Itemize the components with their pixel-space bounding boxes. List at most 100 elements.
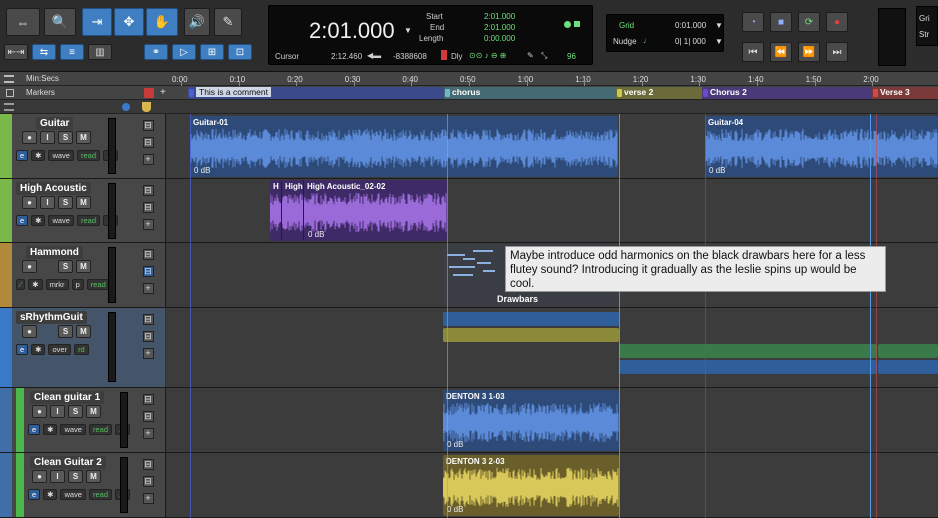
record-button[interactable]: ● (826, 12, 848, 32)
pencil-tool-icon[interactable]: ✎ (214, 8, 242, 36)
marker-3[interactable]: Chorus 2 (702, 87, 876, 99)
comp-segment[interactable] (619, 360, 877, 374)
marker-0[interactable]: This is a comment (188, 87, 447, 99)
playlist-icon[interactable]: e (16, 344, 29, 355)
view-selector[interactable]: wave (60, 489, 86, 500)
send-icon[interactable]: ⊟ (142, 476, 154, 487)
marker-1[interactable]: chorus (444, 87, 619, 99)
record-enable-button[interactable]: ● (22, 196, 37, 209)
grid-value[interactable]: 0:01.000 (675, 21, 706, 30)
clip-h[interactable]: H (270, 180, 282, 241)
input-monitor-button[interactable]: I (40, 196, 55, 209)
automation-mode[interactable]: read (88, 489, 112, 500)
playlist-icon[interactable]: e (28, 489, 41, 500)
mute-button[interactable]: M (76, 325, 91, 338)
spot-mode-button[interactable]: ≡ (60, 44, 84, 60)
comp-segment[interactable] (619, 344, 877, 358)
input-monitor-button[interactable]: I (50, 405, 65, 418)
shuffle-mode-button[interactable]: ⇤⇥ (4, 44, 28, 60)
add-lane-icon[interactable]: + (142, 348, 154, 359)
mute-button[interactable]: M (86, 470, 101, 483)
clip-high[interactable]: High (282, 180, 304, 241)
selector-tool-icon[interactable]: ✥ (114, 8, 144, 36)
track-color-icon[interactable] (122, 103, 130, 111)
view-selector[interactable]: wave (48, 215, 74, 226)
clip-denton-3-1-03[interactable]: DENTON 3 1-03 0 dB (443, 390, 619, 451)
send-icon[interactable]: ⊟ (142, 331, 154, 342)
zoom-mode-button[interactable]: ⇔ (6, 8, 40, 36)
marker-2[interactable]: verse 2 (616, 87, 705, 99)
nudge-value[interactable]: 0| 1| 000 (675, 37, 706, 46)
add-lane-icon[interactable]: + (142, 219, 154, 230)
settings-icon[interactable]: ✱ (43, 424, 58, 435)
marker-4[interactable]: Verse 3 (872, 87, 938, 99)
grabber-tool-icon[interactable]: ✋ (146, 8, 178, 36)
markers-ruler[interactable]: Markers + This is a comment chorus verse 2… (0, 86, 938, 100)
automation-mode[interactable]: read (88, 424, 112, 435)
end-value[interactable]: 2:01.000 (484, 23, 515, 32)
fast-forward-button[interactable]: ⏩ (798, 42, 820, 62)
keyboard-focus-button[interactable]: ⊡ (228, 44, 252, 60)
start-value[interactable]: 2:01.000 (484, 12, 515, 21)
playlist-icon[interactable]: e (16, 215, 29, 226)
clip-guitar-04[interactable]: Guitar-04 0 dB (705, 116, 938, 177)
chevron-down-icon[interactable]: ▼ (404, 26, 412, 35)
zoom-tool-icon[interactable]: 🔍 (44, 8, 76, 36)
settings-icon[interactable]: ✱ (31, 215, 46, 226)
length-value[interactable]: 0:00.000 (484, 34, 515, 43)
record-enable-button[interactable]: ● (22, 131, 37, 144)
playlist-icon[interactable]: e (16, 150, 29, 161)
marker-add-icon[interactable] (144, 88, 154, 98)
chevron-down-icon[interactable]: ▼ (715, 21, 723, 30)
patch-selector[interactable]: p (71, 279, 84, 290)
cursor-icon[interactable]: ⤡ (541, 51, 547, 61)
send-icon[interactable]: ⊟ (142, 411, 154, 422)
solo-button[interactable]: S (58, 260, 73, 273)
mute-button[interactable]: M (76, 260, 91, 273)
comp-segment[interactable] (878, 360, 938, 374)
rewind-button[interactable]: ⏪ (770, 42, 792, 62)
plus-icon[interactable]: + (160, 87, 166, 98)
view-selector[interactable]: mrkr (45, 279, 69, 290)
settings-icon[interactable]: ✱ (31, 150, 46, 161)
add-lane-icon[interactable]: + (142, 428, 154, 439)
solo-button[interactable]: S (68, 470, 83, 483)
ruler-menu-icon[interactable] (4, 75, 14, 83)
pencil-icon[interactable]: ✎ (527, 51, 534, 60)
solo-button[interactable]: S (58, 196, 73, 209)
record-enable-button[interactable]: ● (22, 260, 37, 273)
view-selector[interactable]: wave (60, 424, 86, 435)
add-lane-icon[interactable]: + (142, 283, 154, 294)
send-icon[interactable]: ⊟ (142, 266, 154, 277)
loop-play-button[interactable]: ⟳ (798, 12, 820, 32)
record-enable-button[interactable]: ● (32, 405, 47, 418)
go-to-end-button[interactable]: ⏭ (826, 42, 848, 62)
insert-icon[interactable]: ⊟ (142, 394, 154, 405)
input-monitor-button[interactable]: I (50, 470, 65, 483)
comp-segment[interactable] (878, 344, 938, 358)
solo-button[interactable]: S (58, 131, 73, 144)
automation-mode[interactable]: read (76, 215, 100, 226)
settings-icon[interactable]: ✱ (31, 344, 46, 355)
automation-mode[interactable]: read (86, 279, 110, 290)
metronome-icon[interactable]: ◔ (742, 12, 764, 32)
send-icon[interactable]: ⊟ (142, 137, 154, 148)
clip-denton-3-2-03[interactable]: DENTON 3 2-03 0 dB (443, 455, 619, 516)
grid-mode-button[interactable]: ▥ (88, 44, 112, 60)
mirror-midi-button[interactable]: ⊞ (200, 44, 224, 60)
add-lane-icon[interactable]: + (142, 493, 154, 504)
solo-button[interactable]: S (58, 325, 73, 338)
stop-button[interactable]: ■ (770, 12, 792, 32)
scrubber-tool-icon[interactable]: 🔊 (184, 8, 210, 36)
main-time-display[interactable]: 2:01.000 (309, 18, 395, 44)
record-enable-button[interactable]: ● (32, 470, 47, 483)
view-selector[interactable]: over (48, 344, 72, 355)
view-selector[interactable]: wave (48, 150, 74, 161)
tab-to-transient-button[interactable]: ▷ (172, 44, 196, 60)
track-name[interactable]: Hammond (26, 246, 83, 259)
insert-icon[interactable]: ⊟ (142, 314, 154, 325)
track-name[interactable]: Clean Guitar 2 (30, 456, 106, 469)
add-lane-icon[interactable]: + (142, 154, 154, 165)
midi-icon[interactable]: ⁄ (16, 279, 26, 290)
settings-icon[interactable]: ✱ (43, 489, 58, 500)
